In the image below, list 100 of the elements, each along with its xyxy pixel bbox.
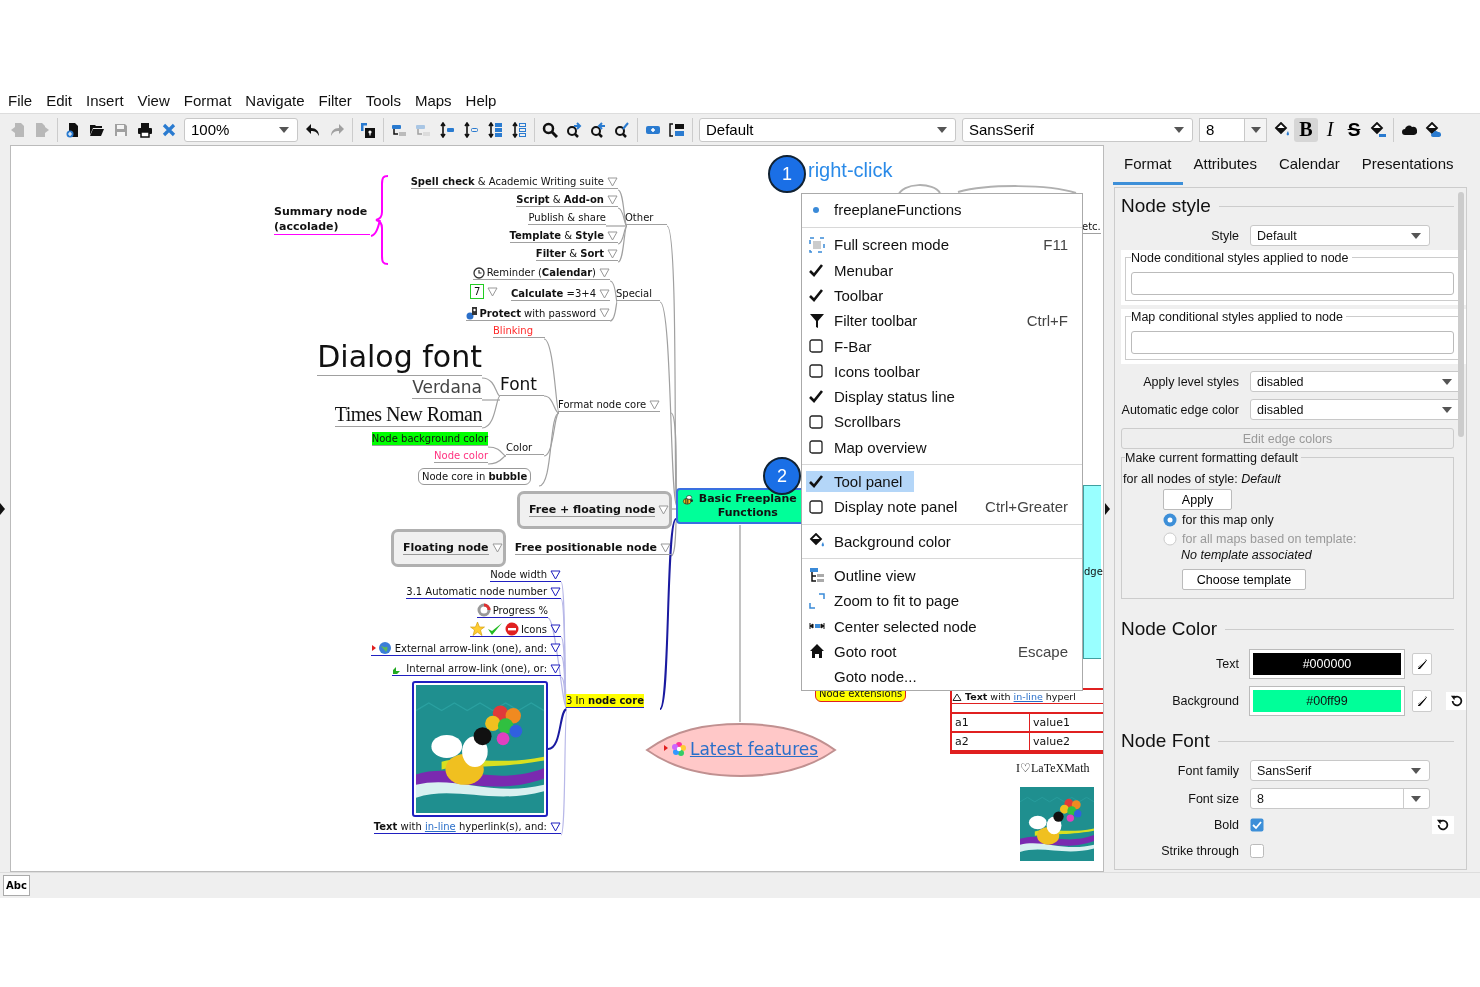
font-dropdown[interactable]: SansSerif [962, 117, 1193, 142]
dropdown[interactable]: SansSerif [1250, 760, 1430, 782]
table-cell: value2 [1030, 733, 1103, 753]
back-document-icon [10, 121, 26, 138]
menu-item[interactable]: Full screen mode F11 [802, 232, 1082, 258]
node-label: Format node core [558, 398, 647, 412]
node-label: Icons [520, 622, 547, 636]
clock-icon [472, 266, 485, 279]
fold-triangle-icon[interactable] [550, 586, 561, 597]
menu-item[interactable]: freeplaneFunctions [802, 196, 1082, 224]
field-label: Bold [1212, 817, 1239, 832]
expand-arrow-icon[interactable] [1105, 502, 1110, 515]
node-label: Node core in bubble [422, 470, 528, 484]
menu-item[interactable]: F-Bar [802, 333, 1082, 359]
scrollbar-thumb[interactable] [1458, 192, 1464, 438]
checkbox-icon[interactable] [1250, 843, 1264, 858]
menu-item[interactable]: Tools [358, 91, 408, 109]
node-bubble[interactable]: Node core in bubble [418, 468, 532, 486]
menu-item[interactable]: Background color [802, 528, 1082, 554]
format-button[interactable]: S [1342, 117, 1366, 142]
fold-triangle-icon[interactable] [550, 569, 561, 580]
reset-icon [1436, 817, 1450, 832]
panel-tab[interactable]: Calendar [1267, 145, 1351, 186]
format-button[interactable]: I [1318, 117, 1342, 142]
filter-icon [809, 312, 825, 329]
node-label: Node background color [371, 432, 488, 446]
number-label: 7 [470, 284, 485, 300]
node-label: Template & Style [509, 229, 604, 243]
menu-item[interactable]: Filter [311, 91, 359, 109]
menu-item[interactable]: Edit [39, 91, 80, 109]
find-edit-icon [614, 121, 630, 138]
caret-icon [1411, 767, 1421, 774]
pick-color-button[interactable] [1412, 653, 1432, 676]
caret-icon [1442, 378, 1452, 385]
node-label: Script & Add-on [516, 193, 604, 207]
color-swatch[interactable]: #000000 [1250, 650, 1404, 679]
floating-node[interactable]: Free + floating node [517, 491, 673, 530]
menu-item[interactable]: File [1, 91, 40, 109]
zoom-dropdown[interactable]: 100% [184, 117, 298, 142]
menu-item[interactable]: Map overview [802, 434, 1082, 460]
menu-item[interactable]: Help [458, 91, 504, 109]
menu-item[interactable]: Icons toolbar [802, 358, 1082, 384]
checkbox-icon[interactable] [1250, 817, 1264, 832]
choose-template-button[interactable]: Choose template [1182, 569, 1306, 591]
eyedropper-icon [1416, 658, 1428, 671]
reset-button[interactable] [1432, 815, 1454, 834]
menu-item[interactable]: Display status line [802, 384, 1082, 410]
apply-button[interactable]: Apply [1163, 489, 1232, 511]
dropdown[interactable]: Default [1250, 225, 1430, 247]
menu-item[interactable]: Goto root Escape [802, 638, 1082, 664]
menu-item[interactable]: Center selected node [802, 613, 1082, 639]
node-label: 3.1 Automatic node number [406, 585, 547, 599]
unfold-triangle-icon[interactable] [952, 692, 962, 701]
style-dropdown[interactable]: Default [699, 117, 956, 142]
inline-link[interactable]: in-line [424, 821, 456, 833]
menu-item[interactable]: Filter toolbar Ctrl+F [802, 308, 1082, 334]
input-field[interactable] [1131, 331, 1454, 355]
caret-icon [1411, 795, 1421, 802]
node-label: Text with in-line hyperlink(s), and: [373, 820, 547, 834]
expand-arrow-icon[interactable] [0, 502, 5, 515]
status-label: Abc [3, 875, 30, 897]
panel-tab[interactable]: Attributes [1182, 145, 1268, 186]
radio-option[interactable]: for this map only [1163, 510, 1453, 530]
node-label: Summary node (accolade) [274, 204, 369, 235]
dropdown[interactable]: disabled [1250, 371, 1461, 393]
menu-item[interactable]: Insert [79, 91, 131, 109]
star-icon [469, 622, 485, 637]
find-previous-icon [590, 121, 606, 138]
pick-color-button[interactable] [1412, 690, 1432, 713]
menu-item[interactable]: Toolbar [802, 282, 1082, 309]
zoom-fit-icon [809, 592, 825, 609]
fold-triangle-icon[interactable] [550, 643, 561, 654]
reset-button[interactable] [1446, 692, 1466, 711]
node-label: Floating node [403, 541, 489, 556]
fold-triangle-icon[interactable] [550, 663, 561, 674]
reset-icon [1450, 694, 1464, 709]
inline-link[interactable]: in-line [1013, 691, 1043, 703]
menu-item[interactable]: Navigate [238, 91, 312, 109]
color-swatch[interactable]: #00ff99 [1250, 687, 1404, 716]
dropdown[interactable]: 8 [1250, 788, 1430, 810]
arrow-globe-icon [370, 641, 393, 656]
redo-icon [329, 121, 345, 138]
menu-item[interactable]: Format [176, 91, 239, 109]
menu-item[interactable]: Maps [407, 91, 459, 109]
input-field[interactable] [1131, 272, 1454, 296]
panel-tab[interactable]: Presentations [1350, 145, 1465, 186]
menu-item[interactable]: Outline view [802, 562, 1082, 589]
fold-triangle-icon[interactable] [550, 624, 561, 635]
node-label: Color [506, 441, 533, 455]
floating-node[interactable]: Floating node [391, 529, 506, 568]
node-label: External arrow-link (one), and: [394, 641, 547, 655]
panel-tab[interactable]: Format [1113, 145, 1183, 186]
menu-item[interactable]: View [130, 91, 177, 109]
format-button[interactable]: B [1294, 117, 1318, 142]
fold-triangle-icon[interactable] [660, 542, 671, 553]
dropdown[interactable]: disabled [1250, 399, 1461, 421]
menu-item[interactable]: Menubar [802, 257, 1082, 283]
menu-item[interactable]: Scrollbars [802, 409, 1082, 435]
fold-triangle-icon[interactable] [550, 821, 561, 832]
menu-item[interactable]: Zoom to fit to page [802, 588, 1082, 614]
